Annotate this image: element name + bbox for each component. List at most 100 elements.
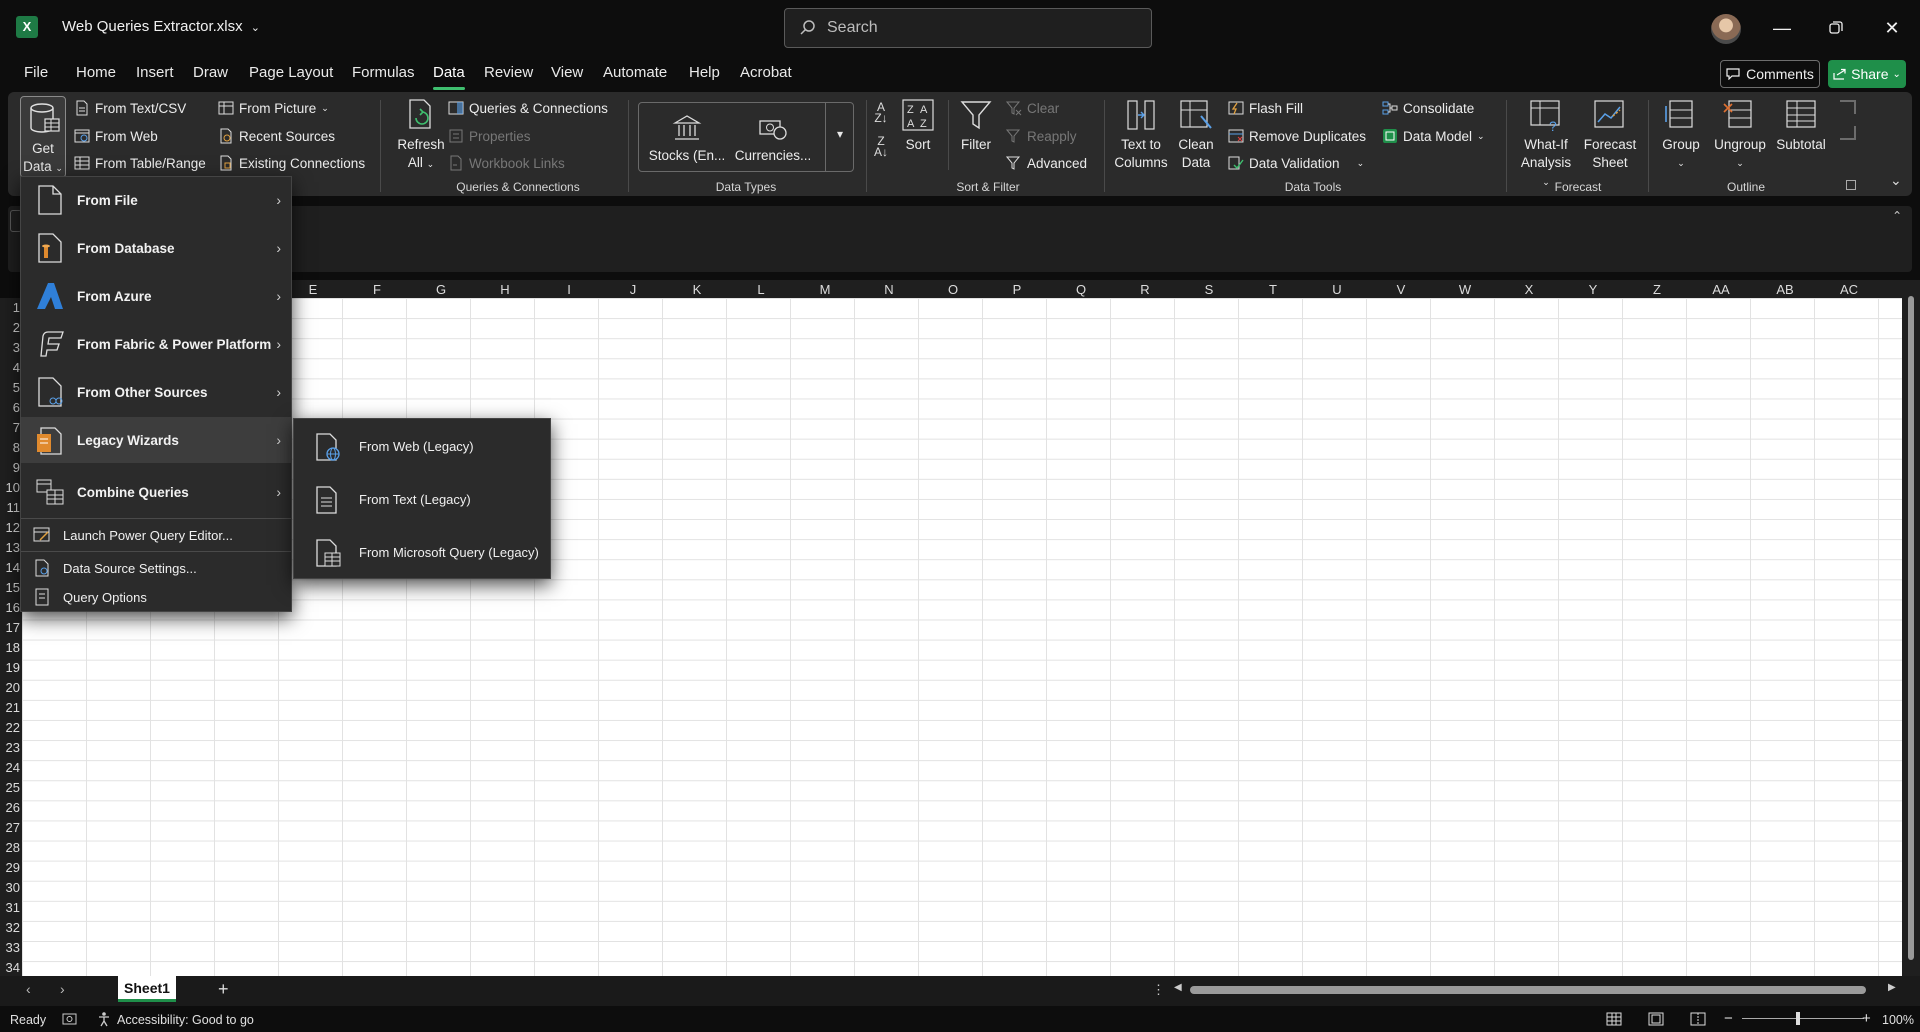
- chevron-down-icon[interactable]: ⌄: [1357, 158, 1365, 169]
- forecast-sheet-button[interactable]: Forecast Sheet: [1580, 98, 1640, 172]
- column-header[interactable]: Z: [1625, 282, 1689, 297]
- column-header[interactable]: G: [409, 282, 473, 297]
- normal-view-icon[interactable]: [1606, 1012, 1622, 1026]
- tab-insert[interactable]: Insert: [136, 64, 174, 81]
- column-header[interactable]: N: [857, 282, 921, 297]
- menu-item-legacy-wizards[interactable]: Legacy Wizards ›: [21, 417, 291, 463]
- menu-item-from-file[interactable]: From File ›: [21, 177, 291, 223]
- column-header[interactable]: F: [345, 282, 409, 297]
- zoom-slider-handle[interactable]: [1796, 1012, 1800, 1025]
- column-header[interactable]: K: [665, 282, 729, 297]
- column-header[interactable]: X: [1497, 282, 1561, 297]
- row-header[interactable]: 7: [0, 420, 20, 435]
- tab-formulas[interactable]: Formulas: [352, 64, 415, 81]
- data-model-button[interactable]: Data Model ⌄: [1382, 128, 1485, 144]
- menu-item-data-source-settings[interactable]: Data Source Settings...: [21, 554, 291, 582]
- menu-item-from-azure[interactable]: From Azure ›: [21, 273, 291, 319]
- scrollbar-thumb[interactable]: [1908, 296, 1914, 960]
- from-picture-button[interactable]: From Picture ⌄: [218, 100, 329, 116]
- row-header[interactable]: 22: [0, 720, 20, 735]
- close-icon[interactable]: ✕: [1872, 12, 1912, 44]
- column-header[interactable]: M: [793, 282, 857, 297]
- column-header[interactable]: S: [1177, 282, 1241, 297]
- dialog-launcher-icon[interactable]: [1846, 180, 1856, 190]
- show-detail-icon[interactable]: [1840, 100, 1856, 114]
- scroll-right-icon[interactable]: ▶: [1888, 982, 1896, 993]
- get-data-button[interactable]: Get Data ⌄: [20, 96, 66, 178]
- column-header[interactable]: AC: [1817, 282, 1881, 297]
- row-header[interactable]: 24: [0, 760, 20, 775]
- row-header[interactable]: 1: [0, 300, 20, 315]
- column-header[interactable]: R: [1113, 282, 1177, 297]
- row-header[interactable]: 11: [0, 500, 21, 515]
- row-header[interactable]: 16: [0, 600, 20, 615]
- zoom-out-icon[interactable]: −: [1724, 1010, 1733, 1027]
- menu-item-from-database[interactable]: From Database ›: [21, 225, 291, 271]
- column-header[interactable]: L: [729, 282, 793, 297]
- consolidate-button[interactable]: Consolidate: [1382, 100, 1474, 116]
- tab-draw[interactable]: Draw: [193, 64, 228, 81]
- zoom-in-icon[interactable]: +: [1862, 1010, 1871, 1027]
- row-header[interactable]: 28: [0, 840, 20, 855]
- refresh-all-button[interactable]: Refresh All ⌄: [392, 98, 450, 173]
- recent-sources-button[interactable]: Recent Sources: [218, 128, 335, 144]
- remove-duplicates-button[interactable]: Remove Duplicates: [1228, 128, 1366, 144]
- minimize-icon[interactable]: —: [1762, 12, 1802, 44]
- flash-fill-button[interactable]: Flash Fill: [1228, 100, 1303, 116]
- restore-icon[interactable]: [1816, 12, 1856, 44]
- add-sheet-icon[interactable]: +: [218, 979, 229, 1000]
- hide-detail-icon[interactable]: [1840, 126, 1856, 140]
- text-to-columns-button[interactable]: Text to Columns: [1112, 98, 1170, 172]
- column-header[interactable]: Y: [1561, 282, 1625, 297]
- chevron-left-icon[interactable]: ‹: [26, 981, 31, 997]
- menu-item-combine-queries[interactable]: Combine Queries ›: [21, 467, 291, 517]
- vertical-scrollbar[interactable]: [1902, 280, 1920, 976]
- column-header[interactable]: U: [1305, 282, 1369, 297]
- cell-grid[interactable]: [22, 298, 1902, 976]
- horizontal-scrollbar-thumb[interactable]: [1190, 986, 1866, 994]
- row-header[interactable]: 5: [0, 380, 20, 395]
- scroll-left-icon[interactable]: ◀: [1174, 982, 1182, 993]
- from-text-csv-button[interactable]: From Text/CSV: [74, 100, 186, 116]
- data-validation-button[interactable]: Data Validation ⌄: [1228, 155, 1364, 171]
- queries-connections-button[interactable]: Queries & Connections: [448, 100, 608, 116]
- sort-ascending-button[interactable]: A Z↓: [870, 101, 892, 124]
- row-header[interactable]: 26: [0, 800, 20, 815]
- existing-connections-button[interactable]: Existing Connections: [218, 155, 365, 171]
- share-button[interactable]: Share ⌄: [1828, 60, 1906, 88]
- sort-button[interactable]: ZAAZ Sort: [896, 98, 940, 154]
- avatar[interactable]: [1711, 14, 1741, 44]
- group-button[interactable]: Group ⌄: [1656, 98, 1706, 172]
- menu-item-from-fabric[interactable]: From Fabric & Power Platform ›: [21, 321, 291, 367]
- clean-data-button[interactable]: Clean Data: [1174, 98, 1218, 172]
- row-header[interactable]: 23: [0, 740, 20, 755]
- clear-filter-button[interactable]: Clear: [1006, 100, 1059, 116]
- row-header[interactable]: 13: [0, 540, 20, 555]
- column-header[interactable]: T: [1241, 282, 1305, 297]
- menu-item-launch-power-query-editor[interactable]: Launch Power Query Editor...: [21, 521, 291, 549]
- menu-item-from-text-legacy[interactable]: From Text (Legacy): [294, 474, 550, 526]
- reapply-button[interactable]: Reapply: [1006, 128, 1077, 144]
- accessibility-icon[interactable]: [96, 1011, 112, 1027]
- tab-page-layout[interactable]: Page Layout: [249, 64, 333, 81]
- row-header[interactable]: 25: [0, 780, 20, 795]
- row-header[interactable]: 14: [0, 560, 20, 575]
- row-header[interactable]: 15: [0, 580, 20, 595]
- row-header[interactable]: 8: [0, 440, 20, 455]
- zoom-slider[interactable]: [1742, 1018, 1864, 1019]
- tab-acrobat[interactable]: Acrobat: [740, 64, 792, 81]
- column-header[interactable]: AA: [1689, 282, 1753, 297]
- column-header[interactable]: W: [1433, 282, 1497, 297]
- tab-file[interactable]: File: [24, 64, 48, 81]
- sort-descending-button[interactable]: Z A↓: [870, 135, 892, 158]
- advanced-filter-button[interactable]: Advanced: [1006, 155, 1087, 171]
- column-header[interactable]: AB: [1753, 282, 1817, 297]
- tab-automate[interactable]: Automate: [603, 64, 667, 81]
- row-header[interactable]: 6: [0, 400, 20, 415]
- row-header[interactable]: 4: [0, 360, 20, 375]
- gallery-expand-icon[interactable]: [825, 103, 826, 171]
- row-header[interactable]: 33: [0, 940, 20, 955]
- document-title[interactable]: Web Queries Extractor.xlsx ⌄: [62, 18, 260, 35]
- column-header[interactable]: V: [1369, 282, 1433, 297]
- search-box[interactable]: [784, 8, 1152, 48]
